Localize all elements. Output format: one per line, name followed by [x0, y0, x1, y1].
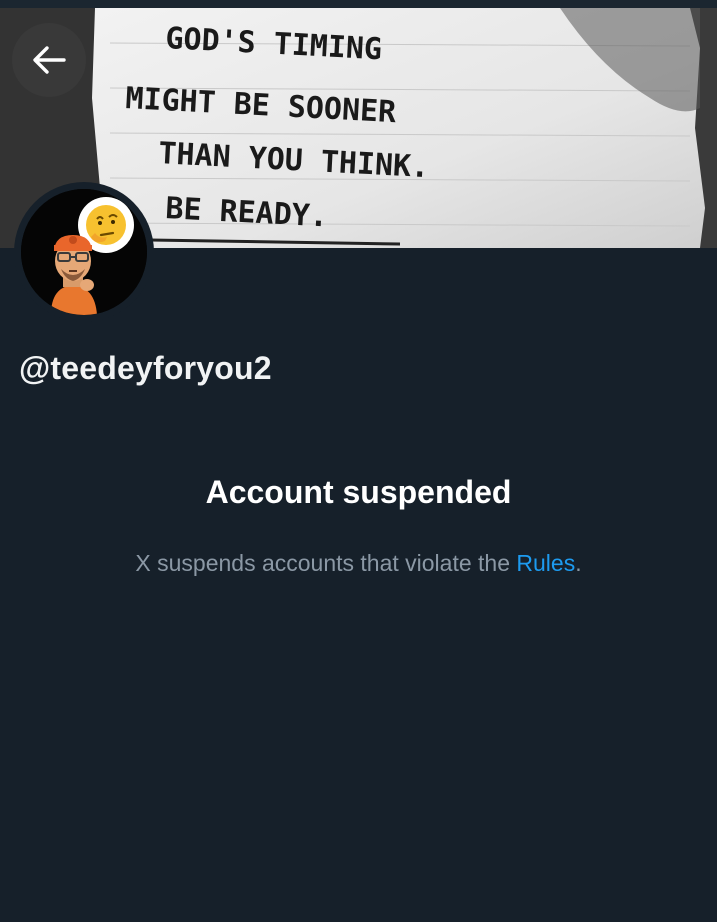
avatar[interactable]: [14, 182, 154, 322]
profile-handle: @teedeyforyou2: [19, 350, 272, 386]
arrow-left-icon: [33, 46, 66, 74]
thinking-emoji-avatar: [21, 189, 147, 315]
suspension-title: Account suspended: [205, 474, 512, 510]
suspension-description: X suspends accounts that violate the Rul…: [0, 550, 717, 577]
status-strip: [0, 0, 717, 8]
suspension-description-text: X suspends accounts that violate the: [135, 550, 517, 576]
profile-page: GOD'S TIMING MIGHT BE SOONER THAN YOU TH…: [0, 0, 717, 922]
avatar-image: [21, 189, 147, 315]
rules-link[interactable]: Rules: [516, 550, 575, 576]
suspension-description-period: .: [575, 550, 582, 576]
back-button[interactable]: [12, 23, 86, 97]
